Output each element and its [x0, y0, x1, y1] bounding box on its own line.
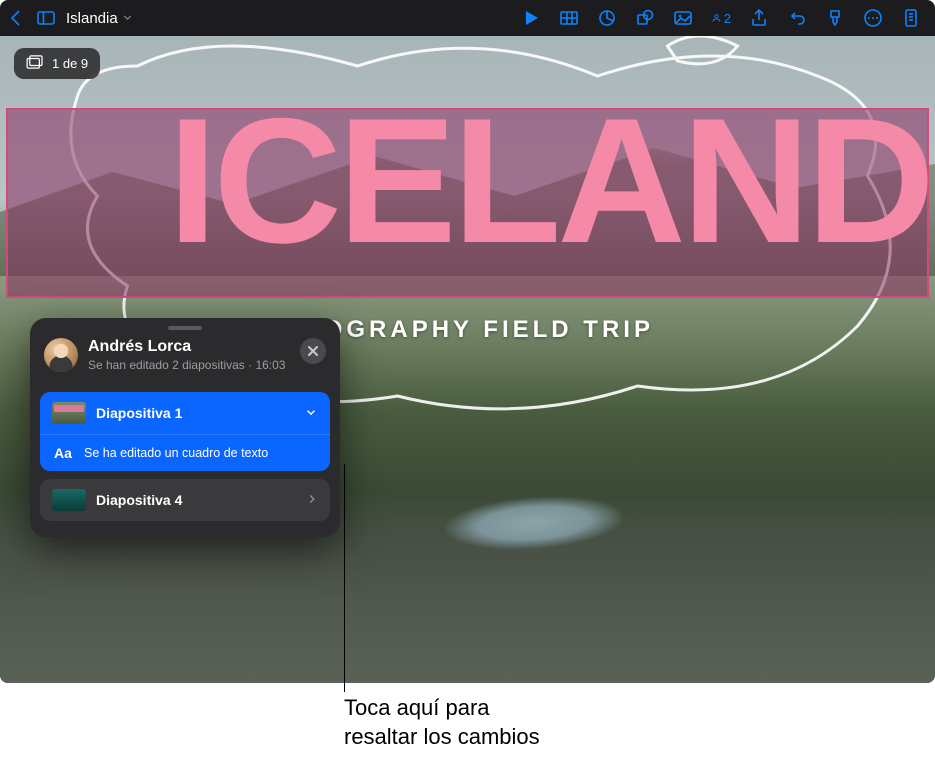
close-button[interactable]	[300, 338, 326, 364]
callout-text: Toca aquí para resaltar los cambios	[344, 694, 540, 751]
chevron-right-icon	[306, 492, 318, 508]
activity-item-label: Diapositiva 1	[96, 405, 182, 421]
slide-title[interactable]: ICELAND	[0, 92, 935, 270]
chart-icon[interactable]	[597, 8, 617, 28]
activity-summary: Se han editado 2 diapositivas · 16:03	[88, 358, 290, 372]
document-title-text: Islandia	[66, 10, 118, 27]
activity-item-label: Diapositiva 4	[96, 492, 182, 508]
collaborator-count: 2	[724, 11, 731, 26]
activity-change-row[interactable]: Aa Se ha editado un cuadro de texto	[40, 434, 330, 471]
toolbar: Islandia 2	[0, 0, 935, 36]
activity-item-slide-4[interactable]: Diapositiva 4	[40, 479, 330, 521]
activity-item-header[interactable]: Diapositiva 1	[40, 392, 330, 434]
play-icon[interactable]	[521, 8, 541, 28]
format-brush-icon[interactable]	[825, 8, 845, 28]
table-icon[interactable]	[559, 8, 579, 28]
collaboration-button[interactable]: 2	[711, 8, 731, 28]
slide-thumbnail	[52, 402, 86, 424]
avatar	[44, 338, 78, 372]
chevron-down-icon	[304, 405, 318, 422]
slides-icon	[26, 55, 44, 72]
activity-popover: Andrés Lorca Se han editado 2 diapositiv…	[30, 318, 340, 537]
collaborator-name: Andrés Lorca	[88, 338, 290, 356]
sidebar-toggle-icon[interactable]	[36, 8, 56, 28]
share-icon[interactable]	[749, 8, 769, 28]
activity-item-header[interactable]: Diapositiva 4	[40, 479, 330, 521]
activity-change-text: Se ha editado un cuadro de texto	[84, 446, 268, 460]
media-icon[interactable]	[673, 8, 693, 28]
activity-item-slide-1[interactable]: Diapositiva 1 Aa Se ha editado un cuadro…	[40, 392, 330, 471]
slide-canvas[interactable]: ICELAND GEOGRAPHY FIELD TRIP 1 de 9 Andr…	[0, 36, 935, 683]
document-settings-icon[interactable]	[901, 8, 921, 28]
slide-counter-pill[interactable]: 1 de 9	[14, 48, 100, 79]
shape-icon[interactable]	[635, 8, 655, 28]
text-edit-icon: Aa	[52, 445, 74, 461]
slide-thumbnail	[52, 489, 86, 511]
back-icon[interactable]	[6, 8, 26, 28]
chevron-down-icon	[122, 10, 133, 27]
more-icon[interactable]	[863, 8, 883, 28]
callout-leader-line	[344, 464, 345, 692]
document-title[interactable]: Islandia	[66, 10, 133, 27]
drag-handle[interactable]	[168, 326, 202, 330]
undo-icon[interactable]	[787, 8, 807, 28]
slide-counter-text: 1 de 9	[52, 56, 88, 71]
